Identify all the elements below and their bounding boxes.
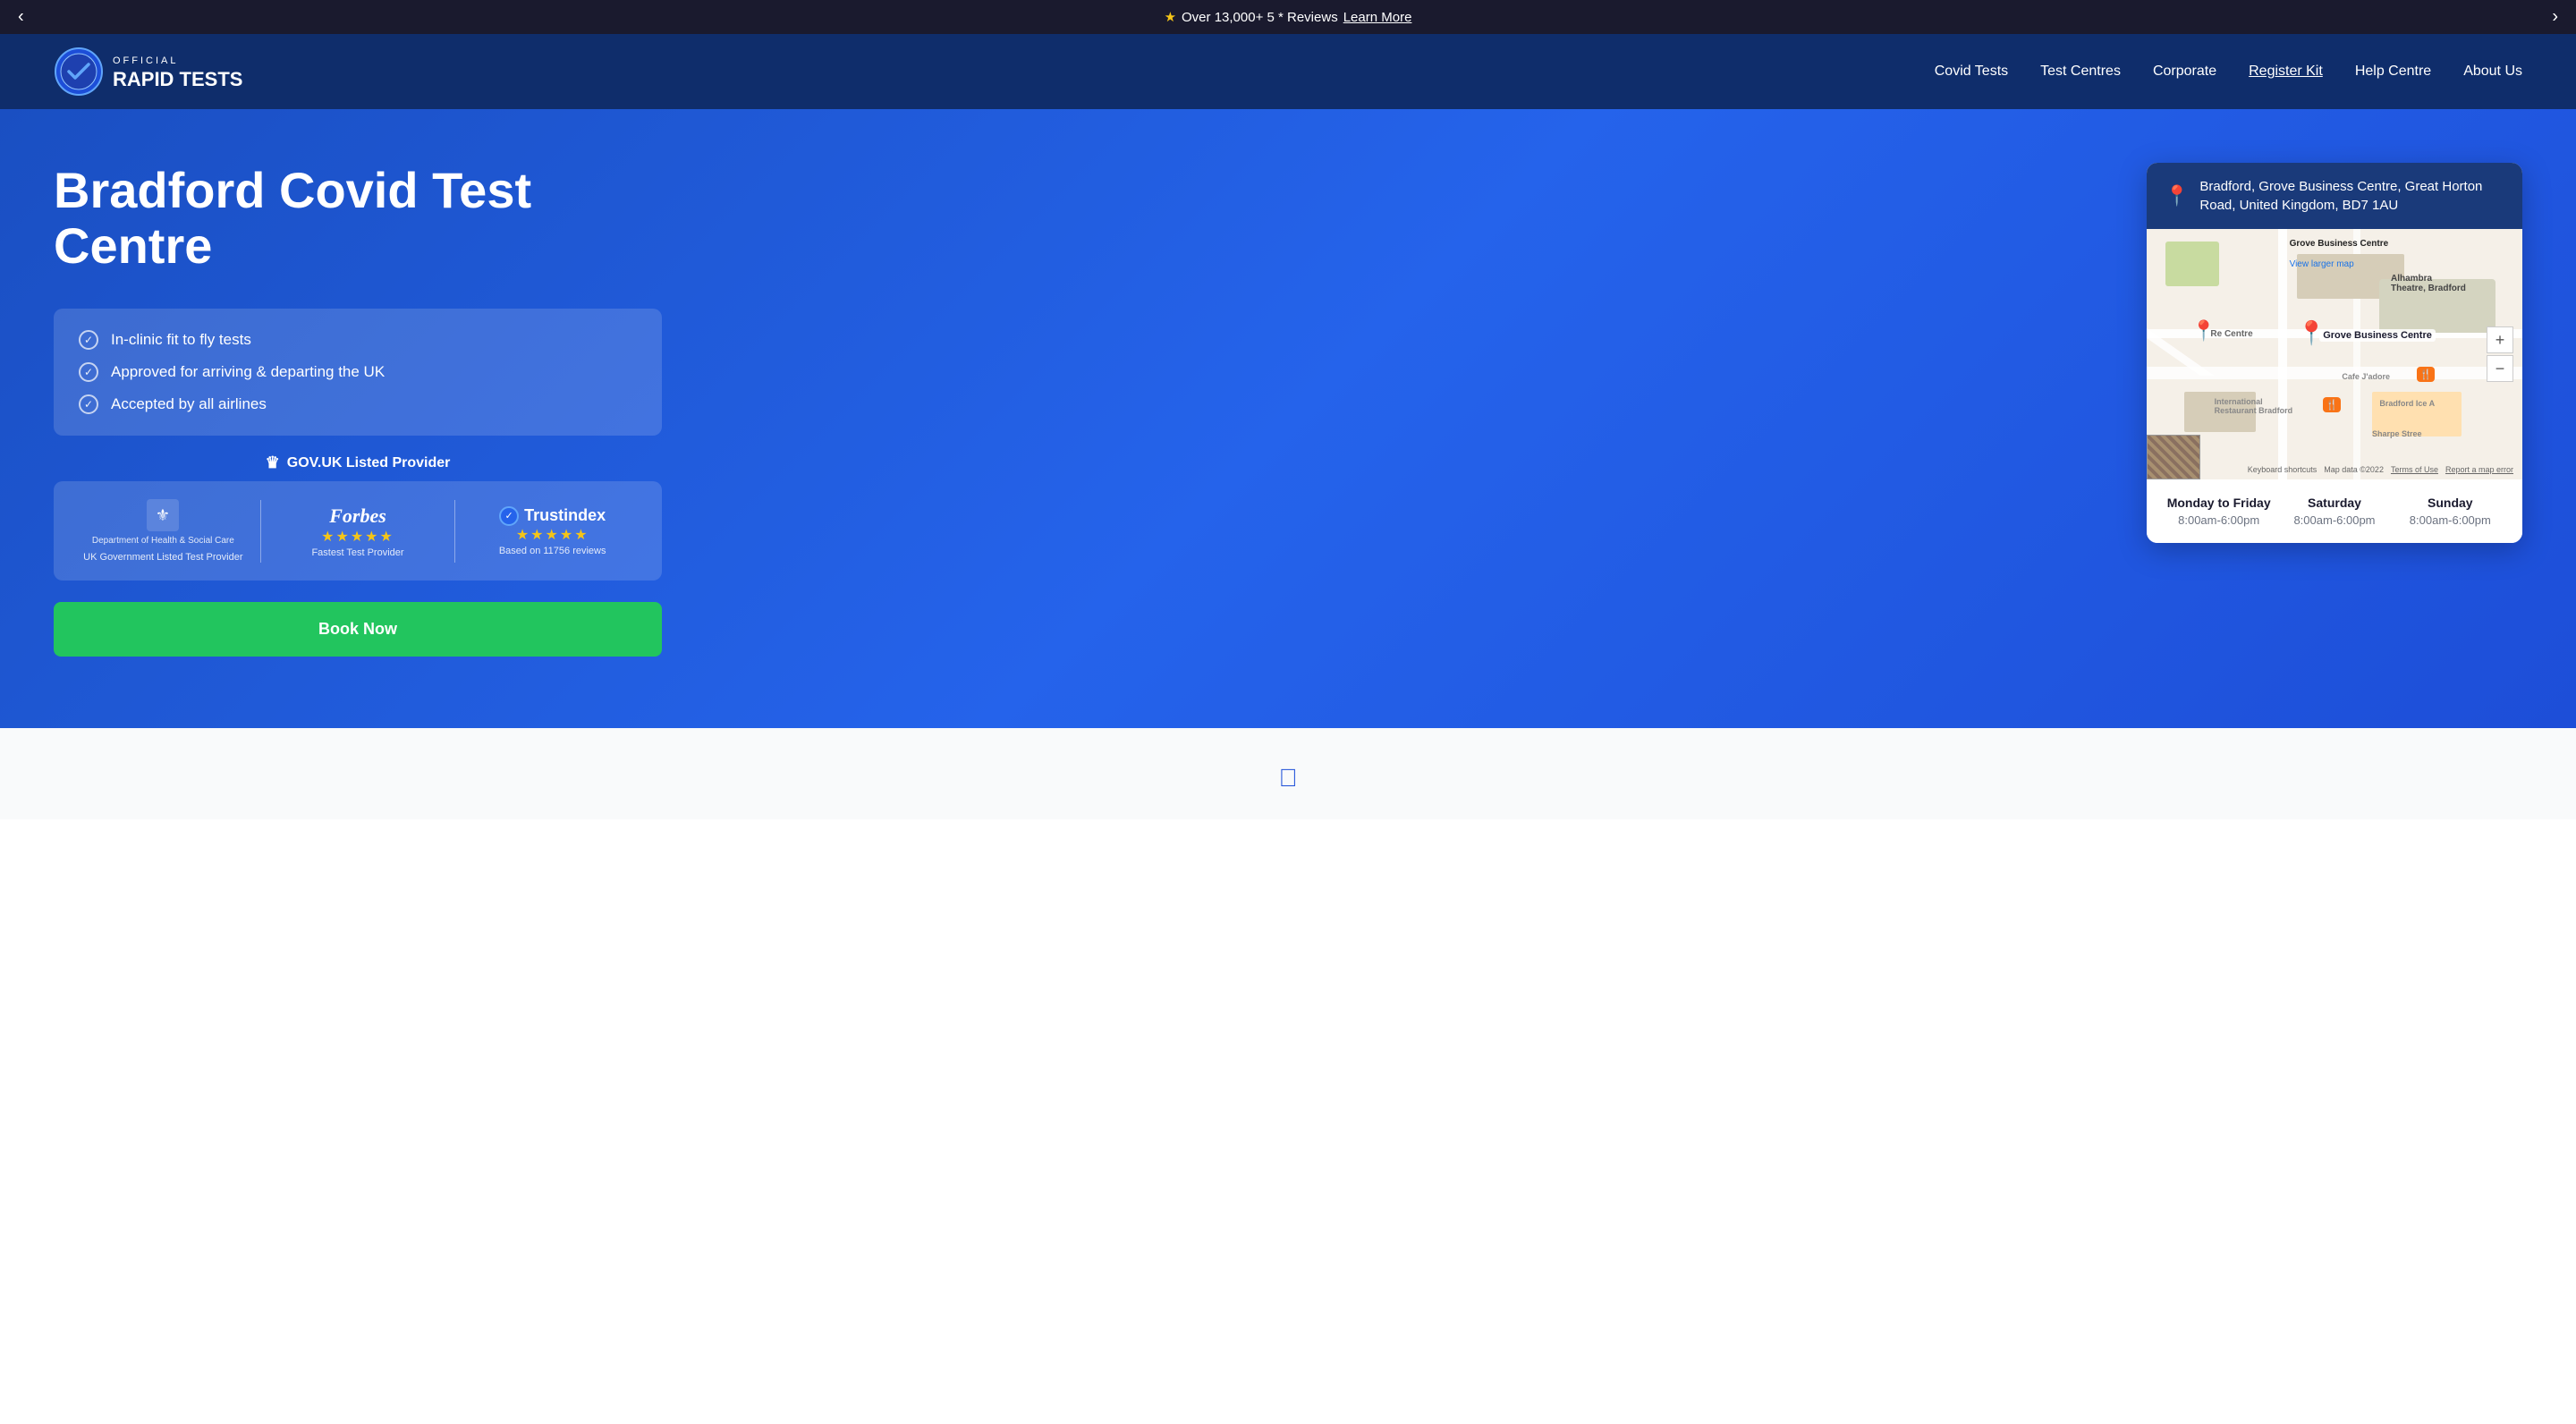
trustindex-badge: ✓ Trustindex [470,506,635,526]
trustindex-name: Trustindex [524,506,606,525]
nav-about-us[interactable]: About Us [2463,64,2522,80]
map-cafe-label: Cafe J'adore [2342,372,2390,381]
map-grove-label: Grove Business Centre [2290,239,2389,249]
uk-gov-label: UK Government Listed Test Provider [83,552,242,563]
hero-left: Bradford Covid Test Centre ✓ In-clinic f… [54,163,662,657]
map-data-label: Map data ©2022 [2324,465,2384,474]
sunday-label: Sunday [2393,496,2508,510]
gov-label: GOV.UK Listed Provider [287,455,451,471]
logo-text: OFFICIAL Rapid Tests [113,52,242,91]
announcement-bar: ‹ ★ Over 13,000+ 5 * Reviews Learn More … [0,0,2576,34]
feature-item-1: ✓ In-clinic fit to fly tests [79,330,637,350]
header: OFFICIAL Rapid Tests Covid Tests Test Ce… [0,34,2576,109]
feature-item-3: ✓ Accepted by all airlines [79,394,637,414]
map-card: 📍 Bradford, Grove Business Centre, Great… [2147,163,2522,543]
map-controls: + − [2487,326,2513,382]
weekday-time: 8:00am-6:00pm [2161,513,2276,527]
map-zoom-in[interactable]: + [2487,326,2513,353]
prev-arrow[interactable]: ‹ [9,4,33,31]
next-arrow[interactable]: › [2543,4,2567,31]
feature-item-2: ✓ Approved for arriving & departing the … [79,362,637,382]
forbes-label: Fastest Test Provider [275,547,441,558]
hours-sunday: Sunday 8:00am-6:00pm [2393,496,2508,527]
trustindex-check-icon: ✓ [499,506,519,526]
learn-more-link[interactable]: Learn More [1343,10,1412,25]
forbes-text: Forbes [275,504,441,528]
hours-weekday: Monday to Friday 8:00am-6:00pm [2161,496,2276,527]
map-sharpe-st: Sharpe Stree [2372,429,2422,438]
hours-bar: Monday to Friday 8:00am-6:00pm Saturday … [2147,479,2522,543]
map-food-icon-1: 🍴 [2417,367,2435,382]
feature-label-1: In-clinic fit to fly tests [111,331,251,349]
map-footer: Keyboard shortcuts Map data ©2022 Terms … [2147,465,2522,474]
saturday-time: 8:00am-6:00pm [2276,513,2392,527]
bottom-social-icons:  [54,764,2522,793]
nav-test-centres[interactable]: Test Centres [2040,64,2121,80]
map-keyboard-shortcuts: Keyboard shortcuts [2248,465,2318,474]
dept-text: Department of Health & Social Care [92,535,234,547]
dept-health-icon: ⚜ [147,499,179,531]
map-zoom-out[interactable]: − [2487,355,2513,382]
map-food-icon-2: 🍴 [2323,397,2341,412]
weekday-label: Monday to Friday [2161,496,2276,510]
feature-label-3: Accepted by all airlines [111,395,267,413]
map-pin-icon: 📍 [2165,182,2189,210]
map-re-centre-label: Re Centre [2210,329,2252,339]
saturday-label: Saturday [2276,496,2392,510]
page-title: Bradford Covid Test Centre [54,163,662,273]
trustindex-logo: ✓ Trustindex ★★★★★ Based on 11756 review… [455,506,649,556]
hero-section: Bradford Covid Test Centre ✓ In-clinic f… [0,109,2576,728]
book-now-button[interactable]: Book Now [54,602,662,657]
map-report[interactable]: Report a map error [2445,465,2513,474]
map-address-bar: 📍 Bradford, Grove Business Centre, Great… [2147,163,2522,229]
map-address-text: Bradford, Grove Business Centre, Great H… [2199,177,2504,215]
check-icon-2: ✓ [79,362,98,382]
nav-covid-tests[interactable]: Covid Tests [1935,64,2008,80]
trustindex-stars: ★★★★★ [470,526,635,544]
hero-right: 📍 Bradford, Grove Business Centre, Great… [2147,163,2522,543]
check-icon-3: ✓ [79,394,98,414]
forbes-logo: Forbes ★★★★★ Fastest Test Provider [261,504,455,558]
logos-box: ⚜ Department of Health & Social Care UK … [54,481,662,581]
nav-corporate[interactable]: Corporate [2153,64,2216,80]
facebook-icon[interactable]:  [1279,764,1298,793]
nav-help-centre[interactable]: Help Centre [2355,64,2431,80]
bottom-peek:  [0,728,2576,819]
nav-register-kit[interactable]: Register Kit [2249,64,2323,80]
hours-saturday: Saturday 8:00am-6:00pm [2276,496,2392,527]
forbes-stars: ★★★★★ [275,528,441,546]
check-icon-1: ✓ [79,330,98,350]
crown-icon: ♛ [266,453,280,472]
main-nav: Covid Tests Test Centres Corporate Regis… [1935,64,2522,80]
map-grove-business-label: Grove Business Centre [2319,329,2436,342]
logo-icon [54,47,104,97]
star-icon: ★ [1165,9,1176,25]
map-alhambra-label: AlhambraTheatre, Bradford [2391,274,2466,293]
map-bradford-restaurant: InternationalRestaurant Bradford [2215,397,2293,415]
gov-badge: ♛ GOV.UK Listed Provider [54,453,662,472]
map-view-larger[interactable]: View larger map [2290,259,2354,269]
sunday-time: 8:00am-6:00pm [2393,513,2508,527]
announcement-text: Over 13,000+ 5 * Reviews [1182,10,1338,25]
map-bradford-ice: Bradford Ice A [2379,399,2435,408]
svg-text:⚜: ⚜ [156,506,170,524]
map-image[interactable]: Grove Business Centre View larger map Al… [2147,229,2522,479]
logo-link[interactable]: OFFICIAL Rapid Tests [54,47,242,97]
trustindex-label: Based on 11756 reviews [470,546,635,556]
feature-label-2: Approved for arriving & departing the UK [111,363,385,381]
map-terms[interactable]: Terms of Use [2391,465,2438,474]
features-box: ✓ In-clinic fit to fly tests ✓ Approved … [54,309,662,436]
dept-health-logo: ⚜ Department of Health & Social Care UK … [66,499,260,563]
